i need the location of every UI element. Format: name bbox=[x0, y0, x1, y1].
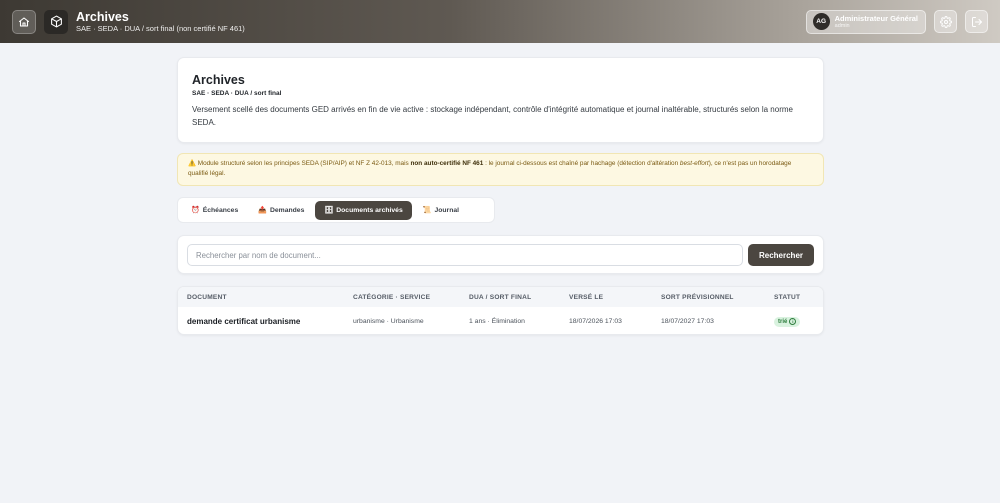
tab-documents-archives[interactable]: 🗄 Documents archivés bbox=[315, 200, 412, 220]
col-statut: STATUT bbox=[774, 293, 801, 301]
col-sort: SORT PRÉVISIONNEL bbox=[661, 293, 734, 301]
documents-table: DOCUMENT CATÉGORIE · SERVICE DUA / SORT … bbox=[178, 287, 823, 334]
tab-label: Demandes bbox=[269, 206, 305, 214]
scroll-icon: 📜 bbox=[422, 207, 432, 214]
page-subtitle: SAE · SEDA · DUA / sort final bbox=[192, 90, 282, 97]
box-icon bbox=[50, 15, 62, 28]
cell-verse: 18/07/2026 17:03 bbox=[569, 318, 622, 325]
cell-dua: 1 ans · Élimination bbox=[469, 318, 525, 325]
col-document: DOCUMENT bbox=[187, 293, 227, 301]
info-icon: i bbox=[789, 318, 797, 325]
tab-echeances[interactable]: ⏰ Échéances bbox=[182, 201, 247, 220]
tab-bar: ⏰ Échéances 📤 Demandes 🗄 Documents archi… bbox=[177, 197, 495, 223]
user-role: admin bbox=[834, 22, 850, 29]
alarm-clock-icon: ⏰ bbox=[191, 207, 200, 214]
tab-demandes[interactable]: 📤 Demandes bbox=[249, 201, 313, 220]
logout-icon bbox=[971, 16, 982, 27]
search-button[interactable]: Rechercher bbox=[748, 244, 814, 266]
warning-bold: non auto-certifié NF 461 bbox=[410, 160, 484, 167]
header-subtitle: SAE · SEDA · DUA / sort final (non certi… bbox=[76, 23, 245, 33]
avatar: AG bbox=[812, 13, 830, 30]
outbox-icon: 📤 bbox=[258, 207, 267, 214]
table-header-row: DOCUMENT CATÉGORIE · SERVICE DUA / SORT … bbox=[178, 287, 823, 307]
documents-table-card: DOCUMENT CATÉGORIE · SERVICE DUA / SORT … bbox=[177, 286, 824, 335]
warning-text-2: : le journal ci-dessous est chaîné par h… bbox=[483, 160, 680, 167]
file-cabinet-icon: 🗄 bbox=[324, 207, 334, 214]
user-name: Administrateur Général bbox=[834, 13, 918, 23]
status-badge[interactable]: trié i bbox=[774, 316, 801, 327]
home-icon bbox=[18, 16, 30, 27]
page-title: Archives bbox=[192, 73, 245, 87]
gear-icon bbox=[939, 15, 952, 28]
status-label: trié bbox=[778, 318, 788, 325]
cell-statut: trié i bbox=[765, 307, 823, 334]
col-verse: VERSÉ LE bbox=[569, 293, 604, 301]
cell-categorie: urbanisme · Urbanisme bbox=[353, 318, 424, 325]
table-row[interactable]: demande certificat urbanisme urbanisme ·… bbox=[178, 307, 823, 334]
tab-journal[interactable]: 📜 Journal bbox=[414, 201, 468, 220]
archive-logo bbox=[44, 9, 68, 34]
home-button[interactable] bbox=[12, 9, 36, 34]
tab-label: Échéances bbox=[202, 206, 239, 214]
logout-button[interactable] bbox=[965, 10, 988, 33]
cell-sort: 18/07/2027 17:03 bbox=[661, 318, 714, 325]
intro-card: Archives SAE · SEDA · DUA / sort final V… bbox=[177, 57, 824, 143]
user-menu[interactable]: AG Administrateur Général admin bbox=[805, 9, 926, 34]
cell-document[interactable]: demande certificat urbanisme bbox=[178, 307, 344, 334]
tab-label: Documents archivés bbox=[336, 206, 403, 214]
settings-button[interactable] bbox=[934, 10, 957, 33]
warning-italic: best-effort bbox=[679, 160, 709, 167]
header-title-block: Archives SAE · SEDA · DUA / sort final (… bbox=[76, 10, 245, 34]
search-card: Rechercher bbox=[177, 235, 824, 274]
warning-icon: ⚠️ bbox=[188, 160, 196, 167]
col-categorie: CATÉGORIE · SERVICE bbox=[353, 293, 431, 301]
warning-banner: ⚠️ Module structuré selon les principes … bbox=[177, 153, 824, 186]
tab-label: Journal bbox=[434, 206, 460, 214]
col-dua: DUA / SORT FINAL bbox=[469, 293, 532, 301]
warning-text-1: Module structuré selon les principes SED… bbox=[195, 160, 411, 167]
header-title: Archives bbox=[76, 9, 129, 24]
page-description: Versement scellé des documents GED arriv… bbox=[192, 105, 793, 127]
top-bar: Archives SAE · SEDA · DUA / sort final (… bbox=[0, 0, 1000, 43]
search-input[interactable] bbox=[187, 244, 743, 266]
